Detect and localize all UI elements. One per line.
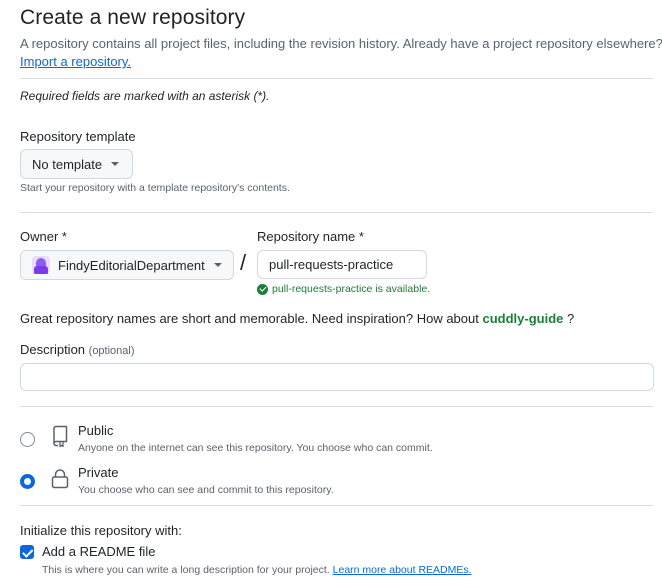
readme-description: This is where you can write a long descr… [42,564,472,576]
import-repository-link[interactable]: Import a repository. [20,54,131,69]
inspiration-suffix: ? [567,311,575,326]
owner-select-button[interactable]: FindyEditorialDepartment [20,250,234,280]
visibility-private-radio[interactable] [20,474,35,489]
visibility-private-description: You choose who can see and commit to thi… [78,484,334,496]
lock-icon [51,469,69,489]
divider [20,406,653,407]
availability-text: pull-requests-practice is available. [272,283,431,295]
description-label: Description (optional) [20,342,135,357]
availability-message: pull-requests-practice is available. [257,283,430,295]
readme-description-text: This is where you can write a long descr… [42,564,330,576]
check-circle-icon [257,283,268,295]
divider [20,505,653,506]
template-label: Repository template [20,129,136,144]
visibility-public-title: Public [78,423,114,438]
repository-name-input[interactable]: pull-requests-practice [257,250,427,279]
template-hint: Start your repository with a template re… [20,182,290,194]
repository-name-value: pull-requests-practice [269,257,394,272]
chevron-down-icon [213,263,222,267]
chevron-down-icon [111,162,120,166]
owner-select-value: FindyEditorialDepartment [58,257,205,273]
visibility-private-title: Private [78,465,119,480]
owner-label: Owner * [20,229,67,244]
page-title: Create a new repository [20,6,246,29]
visibility-public-description: Anyone on the internet can see this repo… [78,442,433,454]
visibility-public-radio[interactable] [20,432,35,447]
template-select-button[interactable]: No template [20,149,133,179]
template-select-value: No template [32,156,103,172]
optional-hint: (optional) [88,345,135,357]
page-intro: A repository contains all project files,… [20,36,662,51]
required-fields-note: Required fields are marked with an aster… [20,89,270,103]
name-inspiration: Great repository names are short and mem… [20,311,574,326]
suggested-name-link[interactable]: cuddly-guide [482,311,563,326]
learn-more-readmes-link[interactable]: Learn more about READMEs. [333,564,472,576]
description-input[interactable] [20,363,654,391]
inspiration-text: Great repository names are short and mem… [20,311,479,326]
add-readme-label[interactable]: Add a README file [42,544,155,559]
repository-name-label: Repository name * [257,229,364,244]
divider [20,212,653,213]
avatar [32,256,50,274]
divider [20,78,653,79]
description-label-text: Description [20,342,86,357]
initialize-heading: Initialize this repository with: [20,523,182,538]
repo-icon [53,425,68,447]
add-readme-checkbox[interactable] [20,545,34,559]
owner-repo-separator: / [240,250,247,275]
